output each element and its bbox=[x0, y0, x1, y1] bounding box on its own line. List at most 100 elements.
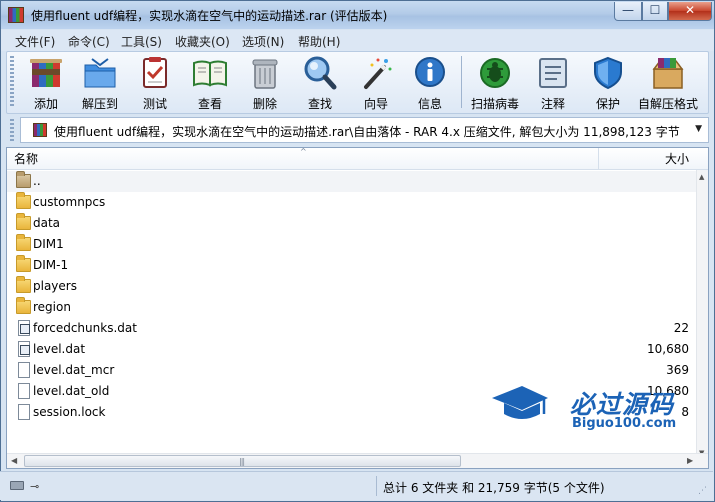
view-book-icon bbox=[192, 55, 228, 91]
file-size: 22 bbox=[673, 321, 689, 335]
scroll-left-icon[interactable]: ◀ bbox=[11, 456, 17, 465]
shield-icon bbox=[590, 55, 626, 91]
tool-add-label: 添加 bbox=[33, 97, 58, 111]
file-size: 10,680 bbox=[647, 342, 689, 356]
folder-icon bbox=[16, 192, 31, 209]
tool-test-label: 测试 bbox=[142, 97, 167, 111]
horizontal-scrollbar[interactable]: ◀ ||| ▶ bbox=[7, 453, 708, 468]
parent-folder-icon bbox=[16, 171, 31, 188]
address-grip[interactable] bbox=[10, 119, 14, 141]
tool-comment-label: 注释 bbox=[540, 97, 565, 111]
menu-file[interactable]: 文件(F) bbox=[15, 33, 55, 50]
tool-virus-scan-label: 扫描病毒 bbox=[470, 97, 519, 111]
address-dropdown-icon[interactable]: ▼ bbox=[695, 124, 702, 134]
toolbar-grip[interactable] bbox=[10, 56, 14, 108]
scroll-right-icon[interactable]: ▶ bbox=[687, 456, 693, 465]
menu-options[interactable]: 选项(N) bbox=[242, 33, 284, 50]
address-bar[interactable]: 使用fluent udf编程，实现水滴在空气中的运动描述.rar\自由落体 - … bbox=[20, 117, 709, 143]
maximize-button[interactable]: ☐ bbox=[642, 2, 668, 21]
list-item-parent-dir[interactable]: .. bbox=[7, 171, 696, 192]
tool-sfx-button[interactable]: 自解压格式 bbox=[638, 53, 698, 111]
tool-extract-label: 解压到 bbox=[81, 97, 118, 111]
key-icon[interactable]: ⊸ bbox=[30, 480, 39, 493]
window-title: 使用fluent udf编程，实现水滴在空气中的运动描述.rar (评估版本) bbox=[31, 9, 388, 23]
title-bar[interactable]: 使用fluent udf编程，实现水滴在空气中的运动描述.rar (评估版本) … bbox=[1, 1, 714, 29]
sort-arrow-icon: ^ bbox=[300, 147, 307, 156]
menu-favorites[interactable]: 收藏夹(O) bbox=[175, 33, 230, 50]
tool-add-button[interactable]: 添加 bbox=[19, 53, 73, 111]
list-item[interactable]: forcedchunks.dat 22 bbox=[7, 318, 696, 339]
tool-protect-button[interactable]: 保护 bbox=[581, 53, 635, 111]
toolbar-separator bbox=[461, 56, 462, 108]
menu-commands[interactable]: 命令(C) bbox=[68, 33, 110, 50]
tool-sfx-label: 自解压格式 bbox=[638, 97, 698, 111]
list-header: 名称 ^ 大小 bbox=[7, 148, 708, 170]
folder-icon bbox=[16, 276, 31, 293]
file-name: DIM1 bbox=[33, 237, 64, 251]
file-name: DIM-1 bbox=[33, 258, 69, 272]
tool-delete-button[interactable]: 删除 bbox=[238, 53, 292, 111]
tool-view-button[interactable]: 查看 bbox=[183, 53, 237, 111]
resize-grip-icon[interactable]: ⋰ bbox=[698, 486, 707, 496]
dat-file-icon bbox=[18, 341, 30, 357]
tool-extract-button[interactable]: 解压到 bbox=[73, 53, 127, 111]
tool-comment-button[interactable]: 注释 bbox=[526, 53, 580, 111]
status-bar: ⊸ 总计 6 文件夹 和 21,759 字节(5 个文件) ⋰ bbox=[0, 471, 713, 500]
file-name: .. bbox=[33, 174, 41, 188]
list-item[interactable]: level.dat 10,680 bbox=[7, 339, 696, 360]
menu-tools[interactable]: 工具(S) bbox=[121, 33, 162, 50]
tool-test-button[interactable]: 测试 bbox=[128, 53, 182, 111]
sfx-box-icon bbox=[650, 55, 686, 91]
tool-find-button[interactable]: 查找 bbox=[293, 53, 347, 111]
scroll-grip-icon: ||| bbox=[239, 457, 245, 466]
file-name: session.lock bbox=[33, 405, 106, 419]
winrar-app-icon[interactable] bbox=[8, 7, 24, 23]
drive-icon[interactable] bbox=[10, 481, 24, 490]
list-item[interactable]: DIM-1 bbox=[7, 255, 696, 276]
tool-virus-scan-button[interactable]: 扫描病毒 bbox=[468, 53, 522, 111]
address-path: 使用fluent udf编程，实现水滴在空气中的运动描述.rar\自由落体 - … bbox=[54, 125, 680, 139]
column-header-name[interactable]: 名称 bbox=[14, 148, 38, 170]
horizontal-scroll-thumb[interactable]: ||| bbox=[24, 455, 461, 467]
tool-info-label: 信息 bbox=[417, 97, 442, 111]
close-button[interactable]: ✕ bbox=[668, 2, 712, 21]
dat-file-icon bbox=[18, 320, 30, 336]
scroll-up-icon[interactable]: ▲ bbox=[699, 173, 704, 181]
graduation-cap-icon bbox=[492, 386, 548, 419]
tool-wizard-button[interactable]: 向导 bbox=[349, 53, 403, 111]
file-name: level.dat_old bbox=[33, 384, 110, 398]
file-name: customnpcs bbox=[33, 195, 106, 209]
tool-view-label: 查看 bbox=[197, 97, 222, 111]
file-name: level.dat bbox=[33, 342, 86, 356]
wizard-wand-icon bbox=[358, 55, 394, 91]
folder-icon bbox=[16, 234, 31, 251]
status-separator bbox=[376, 476, 377, 496]
list-item[interactable]: level.dat_mcr 369 bbox=[7, 360, 696, 381]
list-item[interactable]: customnpcs bbox=[7, 192, 696, 213]
file-icon bbox=[18, 362, 30, 378]
file-size: 369 bbox=[666, 363, 689, 377]
tool-protect-label: 保护 bbox=[595, 97, 620, 111]
file-icon bbox=[18, 404, 30, 420]
magnifier-icon bbox=[302, 55, 338, 91]
add-archive-icon bbox=[28, 55, 64, 91]
list-item[interactable]: data bbox=[7, 213, 696, 234]
file-name: data bbox=[33, 216, 61, 230]
list-item[interactable]: DIM1 bbox=[7, 234, 696, 255]
tool-find-label: 查找 bbox=[307, 97, 332, 111]
file-name: players bbox=[33, 279, 77, 293]
watermark: 必过源码 Biguo100.com bbox=[488, 380, 698, 435]
column-header-size[interactable]: 大小 bbox=[599, 148, 689, 170]
comment-icon bbox=[535, 55, 571, 91]
tool-wizard-label: 向导 bbox=[363, 97, 388, 111]
list-item[interactable]: region bbox=[7, 297, 696, 318]
folder-icon bbox=[16, 297, 31, 314]
file-name: region bbox=[33, 300, 71, 314]
minimize-button[interactable]: — bbox=[614, 2, 642, 21]
list-item[interactable]: players bbox=[7, 276, 696, 297]
trash-icon bbox=[247, 55, 283, 91]
file-icon bbox=[18, 383, 30, 399]
tool-info-button[interactable]: 信息 bbox=[403, 53, 457, 111]
menu-help[interactable]: 帮助(H) bbox=[298, 33, 340, 50]
info-icon bbox=[412, 55, 448, 91]
